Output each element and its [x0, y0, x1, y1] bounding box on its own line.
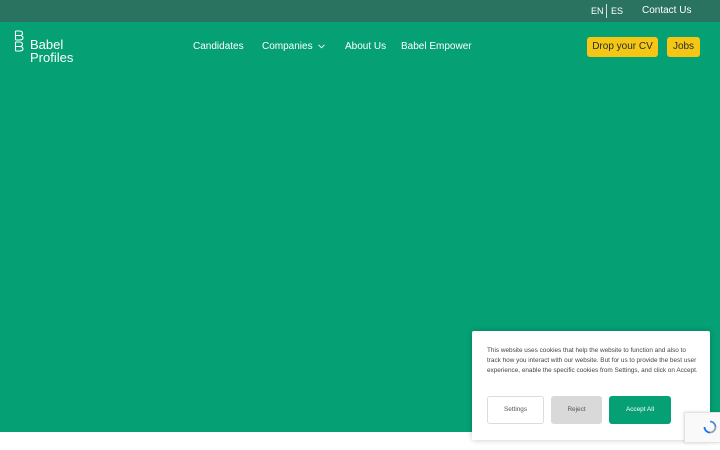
- language-divider: [606, 4, 607, 18]
- cookie-consent-banner: This website uses cookies that help the …: [472, 331, 710, 440]
- double-b-logo-icon: [14, 30, 24, 52]
- nav-item-companies-label: Companies: [262, 41, 313, 52]
- cookie-consent-text: This website uses cookies that help the …: [487, 347, 698, 374]
- cookie-settings-button[interactable]: Settings: [487, 396, 544, 424]
- recaptcha-icon: [703, 420, 717, 434]
- site-logo[interactable]: Babel Profiles: [14, 30, 94, 66]
- nav-item-babel-empower[interactable]: Babel Empower: [401, 40, 472, 54]
- contact-us-link[interactable]: Contact Us: [642, 0, 691, 22]
- nav-item-about-us[interactable]: About Us: [345, 40, 386, 54]
- chevron-down-icon: [317, 44, 325, 49]
- nav-item-companies[interactable]: Companies: [262, 40, 325, 54]
- drop-cv-button[interactable]: Drop your CV: [587, 37, 658, 57]
- cookie-reject-button[interactable]: Reject: [551, 396, 602, 424]
- recaptcha-badge[interactable]: [684, 412, 720, 443]
- cookie-accept-all-button[interactable]: Accept All: [609, 396, 671, 424]
- top-utility-bar: EN ES Contact Us: [0, 0, 720, 22]
- jobs-button[interactable]: Jobs: [667, 37, 700, 57]
- nav-item-candidates[interactable]: Candidates: [193, 40, 244, 54]
- logo-text-profiles: Profiles: [30, 50, 74, 65]
- language-es-link[interactable]: ES: [611, 0, 623, 22]
- language-en-link[interactable]: EN: [591, 0, 604, 22]
